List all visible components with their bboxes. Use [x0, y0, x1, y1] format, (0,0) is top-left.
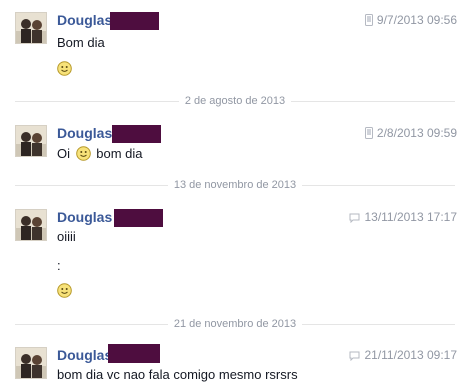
- avatar-photo-icon: [16, 210, 46, 240]
- message-timestamp: 9/7/2013 09:56: [376, 13, 457, 27]
- redacted-surname: [112, 125, 161, 143]
- message-thread: Douglas 9/7/2013 09:56 Bom dia 2 de agos…: [0, 0, 462, 387]
- smiley-icon: [75, 146, 91, 161]
- date-divider: 2 de agosto de 2013: [15, 94, 455, 108]
- smiley-icon: [57, 283, 72, 298]
- redacted-surname: [114, 209, 163, 227]
- message-text: bom dia vc nao fala comigo mesmo rsrsrs: [57, 367, 298, 382]
- message-timestamp: 2/8/2013 09:59: [376, 126, 457, 140]
- avatar-photo-icon: [16, 13, 46, 43]
- mobile-icon: [364, 14, 373, 29]
- divider-label: 21 de novembro de 2013: [167, 318, 303, 330]
- sender-name[interactable]: Douglas: [57, 12, 112, 28]
- avatar[interactable]: [15, 209, 47, 241]
- message-meta: 21/11/2013 09:17: [349, 348, 457, 364]
- chat-icon: [349, 212, 360, 226]
- divider-label: 2 de agosto de 2013: [178, 95, 292, 107]
- date-divider: 13 de novembro de 2013: [15, 178, 455, 192]
- message-text: oiiii: [57, 229, 76, 244]
- message-meta: 9/7/2013 09:56: [364, 13, 457, 29]
- smiley-icon: [57, 61, 72, 76]
- message-text: Oi bom dia: [57, 146, 143, 162]
- redacted-surname: [110, 12, 159, 30]
- avatar[interactable]: [15, 12, 47, 44]
- message-meta: 13/11/2013 17:17: [349, 210, 457, 226]
- message-text-part: bom dia: [96, 146, 143, 161]
- avatar-photo-icon: [16, 348, 46, 378]
- date-divider: 21 de novembro de 2013: [15, 317, 455, 331]
- sender-name[interactable]: Douglas: [57, 125, 112, 141]
- avatar-photo-icon: [16, 126, 46, 156]
- message-text: Bom dia: [57, 35, 105, 50]
- chat-icon: [349, 350, 360, 364]
- message-text-part: Oi: [57, 146, 70, 161]
- divider-label: 13 de novembro de 2013: [167, 179, 303, 191]
- message-timestamp: 21/11/2013 09:17: [364, 348, 457, 362]
- avatar[interactable]: [15, 347, 47, 379]
- avatar[interactable]: [15, 125, 47, 157]
- message-timestamp: 13/11/2013 17:17: [364, 210, 457, 224]
- message-meta: 2/8/2013 09:59: [364, 126, 457, 142]
- sender-name[interactable]: Douglas: [57, 209, 112, 225]
- message-text: :: [57, 258, 61, 273]
- mobile-icon: [364, 127, 373, 142]
- sender-name[interactable]: Douglas: [57, 347, 112, 363]
- redacted-surname: [108, 344, 160, 363]
